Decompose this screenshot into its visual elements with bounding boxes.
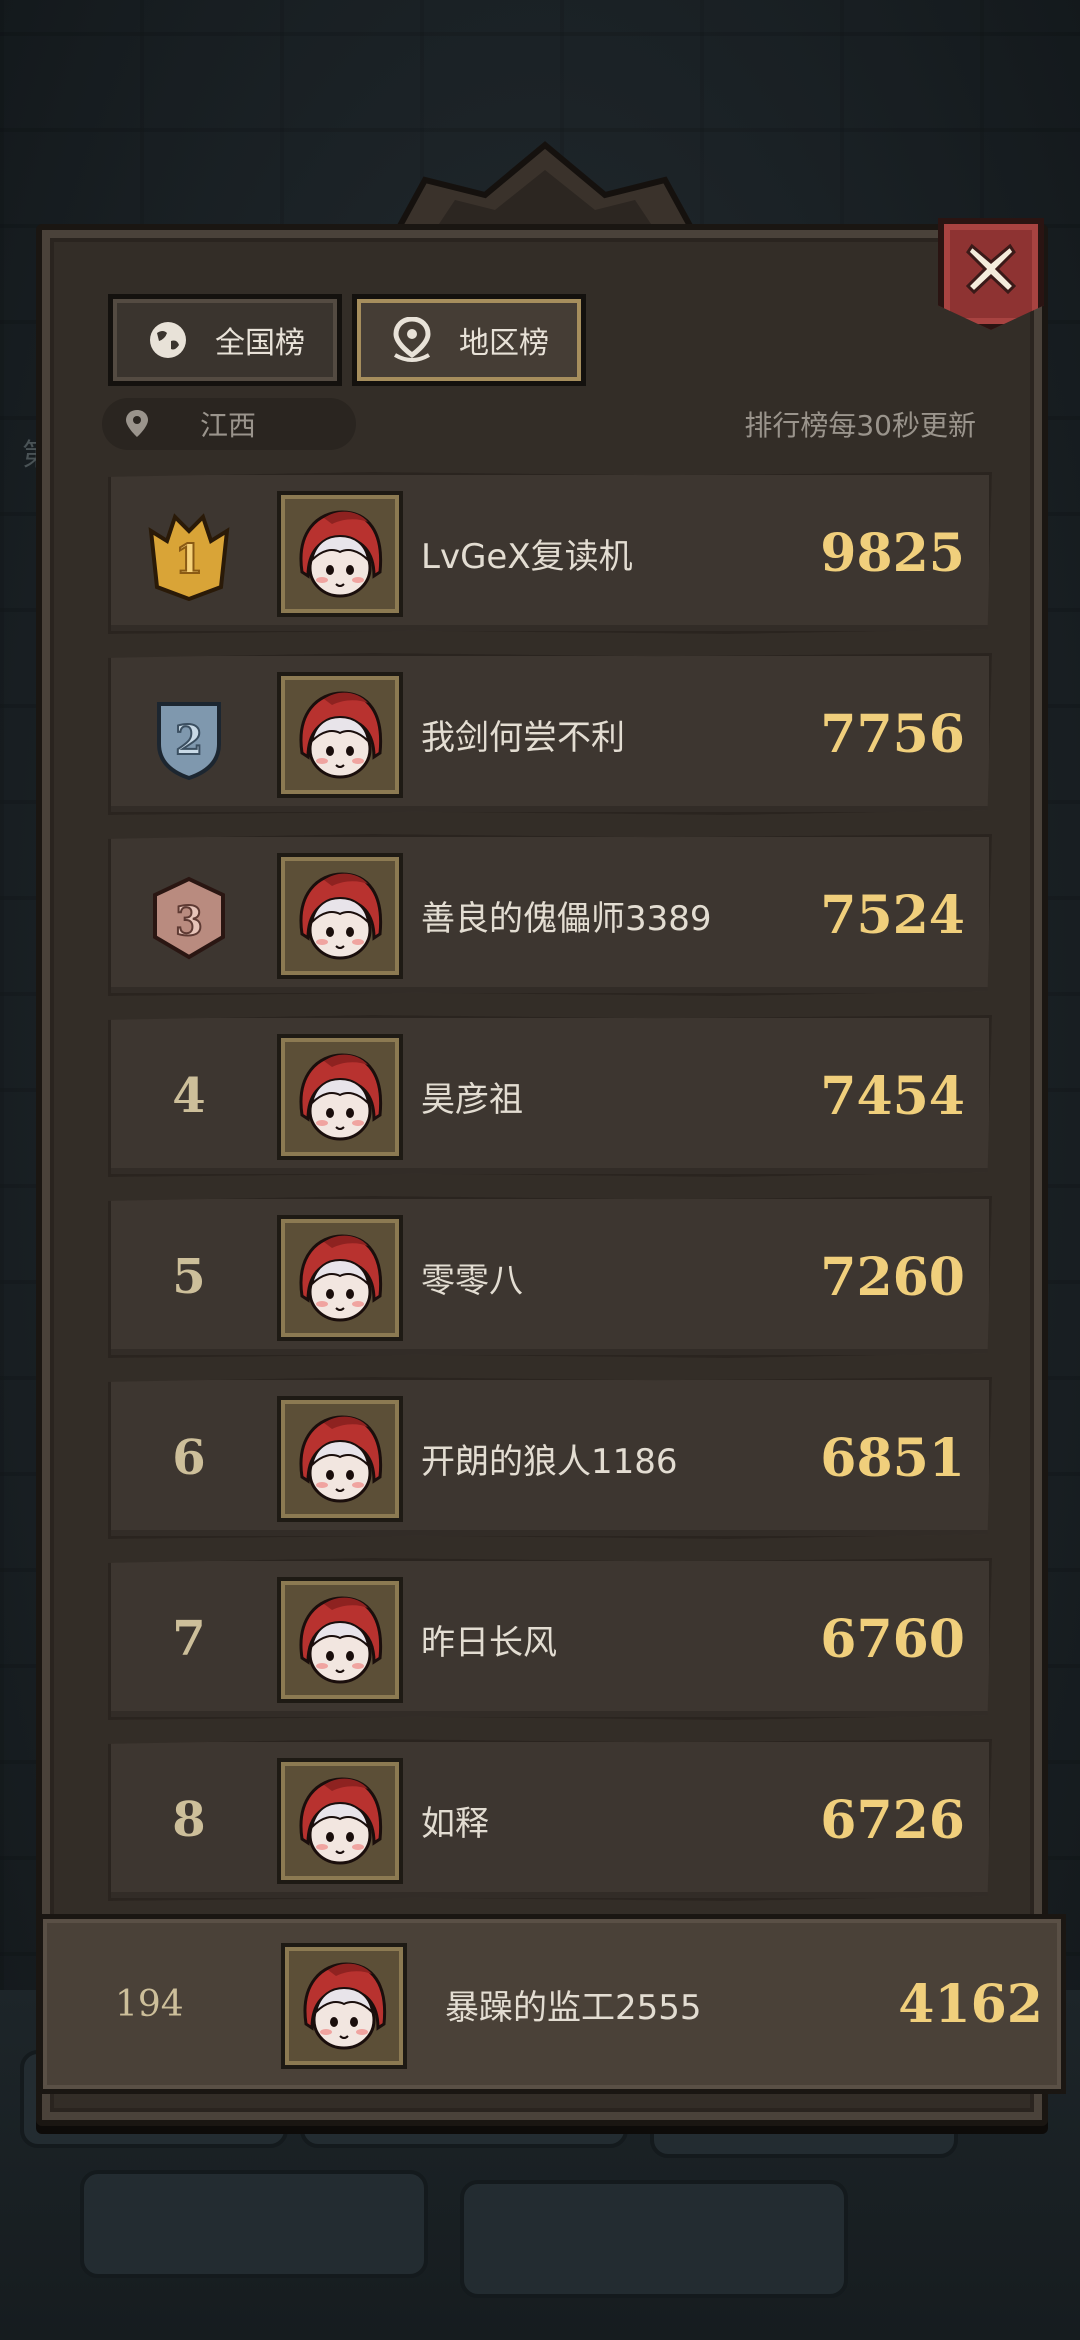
my-rank-row: 194 暴躁的监工2555 4162 bbox=[38, 1914, 1066, 2094]
player-score: 7260 bbox=[820, 1246, 965, 1308]
avatar-face-icon bbox=[299, 510, 383, 598]
rank-medal: 3 bbox=[145, 871, 233, 963]
leaderboard-row[interactable]: 6 开朗的狼人1186 6851 bbox=[108, 1377, 992, 1539]
player-score: 6851 bbox=[820, 1427, 965, 1489]
silver-medal-icon: 2 bbox=[157, 702, 221, 781]
avatar[interactable] bbox=[277, 853, 403, 979]
update-note: 排行榜每30秒更新 bbox=[744, 409, 976, 442]
close-icon bbox=[965, 243, 1017, 295]
player-name: 我剑何尝不利 bbox=[421, 717, 625, 758]
player-name: 如释 bbox=[421, 1803, 489, 1844]
leaderboard-row[interactable]: 8 如释 6726 bbox=[108, 1739, 992, 1901]
avatar-face-icon bbox=[299, 872, 383, 960]
player-name: 昨日长风 bbox=[421, 1622, 557, 1663]
my-name: 暴躁的监工2555 bbox=[445, 1987, 702, 2028]
avatar[interactable] bbox=[281, 1943, 407, 2069]
player-score: 7756 bbox=[820, 703, 965, 765]
avatar[interactable] bbox=[277, 1396, 403, 1522]
rank-number: 8 bbox=[172, 1792, 206, 1848]
gold-medal-icon: 1 bbox=[148, 513, 230, 602]
tab-national-label: 全国榜 bbox=[215, 326, 305, 361]
bronze-medal-icon: 3 bbox=[153, 876, 225, 960]
svg-text:2: 2 bbox=[175, 717, 203, 764]
avatar-face-icon bbox=[299, 1777, 383, 1865]
svg-text:1: 1 bbox=[175, 536, 203, 583]
my-score: 4162 bbox=[898, 1973, 1043, 2035]
avatar-face-icon bbox=[299, 1234, 383, 1322]
my-rank: 194 bbox=[115, 1983, 184, 2025]
player-score: 7454 bbox=[820, 1065, 965, 1127]
avatar-face-icon bbox=[299, 691, 383, 779]
avatar[interactable] bbox=[277, 1577, 403, 1703]
avatar-face-icon bbox=[299, 1415, 383, 1503]
avatar-face-icon bbox=[299, 1596, 383, 1684]
avatar[interactable] bbox=[277, 1034, 403, 1160]
player-score: 6726 bbox=[820, 1789, 965, 1851]
rank-number: 6 bbox=[172, 1430, 206, 1486]
rank-medal: 2 bbox=[145, 690, 233, 782]
tab-regional-label: 地区榜 bbox=[459, 326, 549, 361]
player-name: 善良的傀儡师3389 bbox=[421, 898, 712, 939]
leaderboard-row[interactable]: 2 我剑何尝不利 7756 bbox=[108, 653, 992, 815]
avatar[interactable] bbox=[277, 672, 403, 798]
player-name: 零零八 bbox=[421, 1260, 523, 1301]
leaderboard-row[interactable]: 4 昊彦祖 7454 bbox=[108, 1015, 992, 1177]
avatar-face-icon bbox=[299, 1053, 383, 1141]
region-selector[interactable]: 江西 bbox=[102, 398, 356, 450]
leaderboard-row[interactable]: 7 昨日长风 6760 bbox=[108, 1558, 992, 1720]
leaderboard-row[interactable]: 3 善良的傀儡师3389 7524 bbox=[108, 834, 992, 996]
rank-medal: 1 bbox=[145, 509, 233, 602]
tab-regional[interactable]: 地区榜 bbox=[352, 294, 586, 386]
region-label: 江西 bbox=[200, 409, 257, 442]
leaderboard-row[interactable]: 5 零零八 7260 bbox=[108, 1196, 992, 1358]
player-score: 7524 bbox=[820, 884, 965, 946]
avatar[interactable] bbox=[277, 491, 403, 617]
tab-national[interactable]: 全国榜 bbox=[108, 294, 342, 386]
avatar[interactable] bbox=[277, 1758, 403, 1884]
rank-number: 7 bbox=[172, 1611, 206, 1667]
player-score: 9825 bbox=[820, 522, 965, 584]
player-name: LvGeX复读机 bbox=[421, 536, 633, 577]
player-name: 昊彦祖 bbox=[421, 1079, 523, 1120]
leaderboard-row[interactable]: 1 LvGeX复读机 9825 bbox=[108, 472, 992, 634]
location-pin-icon bbox=[389, 317, 435, 363]
avatar[interactable] bbox=[277, 1215, 403, 1341]
rank-number: 4 bbox=[172, 1068, 206, 1124]
svg-text:3: 3 bbox=[175, 898, 203, 945]
globe-icon bbox=[145, 317, 191, 363]
player-name: 开朗的狼人1186 bbox=[421, 1441, 678, 1482]
location-pin-icon bbox=[126, 410, 148, 437]
avatar-face-icon bbox=[303, 1962, 387, 2050]
player-score: 6760 bbox=[820, 1608, 965, 1670]
rank-number: 5 bbox=[172, 1249, 206, 1305]
